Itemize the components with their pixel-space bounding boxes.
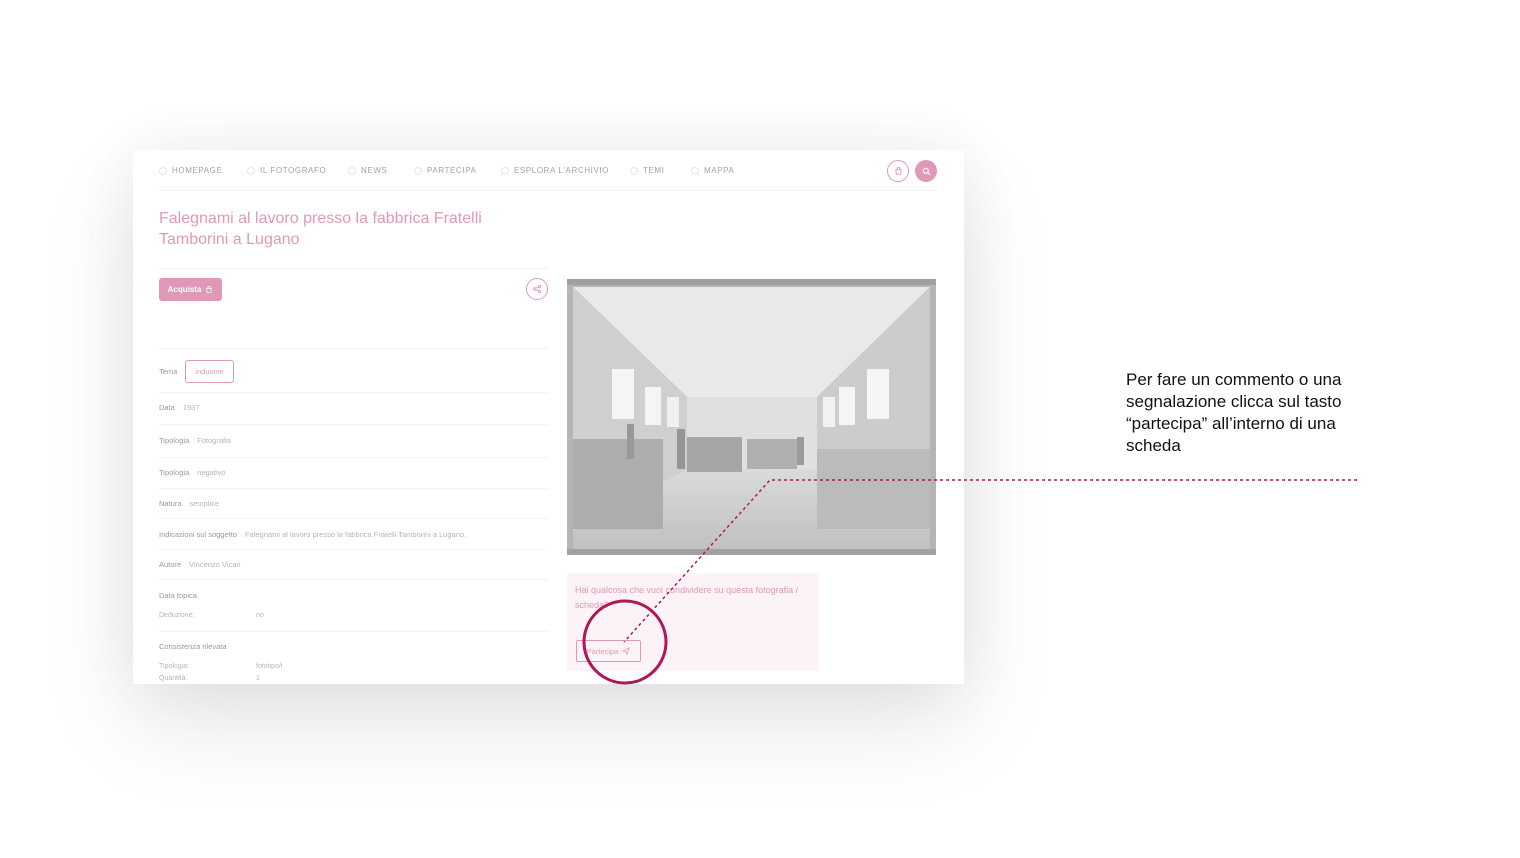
- nav-item-il-fotografo[interactable]: IL FOTOGRAFO: [247, 166, 326, 175]
- cart-icon: [206, 285, 213, 293]
- cart-button[interactable]: [887, 160, 909, 182]
- workshop-photo[interactable]: [567, 279, 936, 555]
- divider: [159, 348, 548, 349]
- share-button[interactable]: [526, 278, 548, 300]
- field-autore: Autore Vincenzo Vicari: [159, 560, 241, 569]
- divider: [159, 268, 548, 269]
- search-icon: [922, 167, 930, 175]
- workshop-photo-illustration: [567, 279, 936, 555]
- field-consistenza-tipologia: Tipologia: fototipo/i: [159, 663, 283, 670]
- nav-dot-icon: [348, 166, 356, 175]
- field-data: Data 1937: [159, 403, 200, 412]
- partecipa-button[interactable]: Partecipa: [576, 640, 641, 662]
- search-button[interactable]: [915, 160, 937, 182]
- nav-item-homepage[interactable]: HOMEPAGE: [159, 166, 222, 175]
- nav-item-mappa[interactable]: MAPPA: [691, 166, 734, 175]
- field-deduzione: Deduzione: no: [159, 612, 264, 619]
- nav-dot-icon: [159, 166, 167, 175]
- divider: [159, 549, 548, 550]
- divider: [159, 424, 548, 425]
- annotation-text: Per fare un commento o una segnalazione …: [1126, 370, 1342, 455]
- page-title: Falegnami al lavoro presso la fabbrica F…: [159, 210, 482, 248]
- nav-item-news[interactable]: NEWS: [348, 166, 387, 175]
- share-icon: [532, 284, 542, 294]
- main-nav: HOMEPAGE IL FOTOGRAFO NEWS PARTECIPA ESP…: [159, 160, 937, 191]
- nav-dot-icon: [414, 166, 422, 175]
- nav-dot-icon: [247, 166, 255, 175]
- buy-button[interactable]: Acquista: [159, 278, 222, 301]
- screenshot-card: HOMEPAGE IL FOTOGRAFO NEWS PARTECIPA ESP…: [133, 150, 964, 684]
- field-tipologia-fotografia: Tipologia Fotografia: [159, 436, 231, 445]
- nav-item-partecipa[interactable]: PARTECIPA: [414, 166, 476, 175]
- field-tema: Tema industrie: [159, 360, 234, 383]
- divider: [159, 631, 548, 632]
- participate-question: Hai qualcosa che vuoi condividere su que…: [575, 585, 799, 610]
- field-consistenza: Consistenza rilevata: [159, 642, 227, 651]
- field-tipologia-negativo: Tipologia negativo: [159, 468, 226, 477]
- divider: [159, 392, 548, 393]
- field-soggetto: Indicazioni sul soggetto Falegnami al la…: [159, 530, 467, 539]
- participate-box: Hai qualcosa che vuoi condividere su que…: [567, 573, 819, 671]
- nav-dot-icon: [630, 166, 638, 175]
- divider: [159, 579, 548, 580]
- field-data-topica: Data topica: [159, 591, 197, 600]
- nav-dot-icon: [501, 166, 509, 175]
- cart-icon: [894, 166, 902, 175]
- field-consistenza-quantita: Quantità: 1: [159, 675, 260, 682]
- field-natura: Natura semplice: [159, 499, 220, 508]
- nav-dot-icon: [691, 166, 699, 175]
- divider: [159, 518, 548, 519]
- send-icon: [622, 647, 631, 655]
- nav-item-esplora-archivio[interactable]: ESPLORA L'ARCHIVIO: [501, 166, 609, 175]
- tema-tag[interactable]: industrie: [185, 360, 234, 383]
- divider: [159, 457, 548, 458]
- page-screenshot: HOMEPAGE IL FOTOGRAFO NEWS PARTECIPA ESP…: [133, 150, 964, 684]
- divider: [159, 488, 548, 489]
- nav-item-temi[interactable]: TEMI: [630, 166, 665, 175]
